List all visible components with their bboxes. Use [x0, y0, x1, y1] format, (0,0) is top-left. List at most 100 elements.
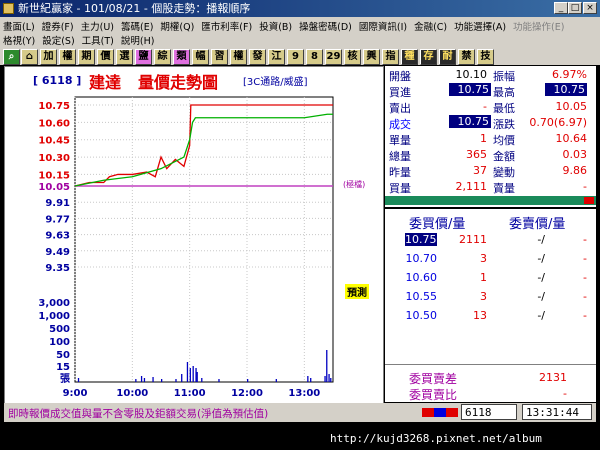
- toolbar-button[interactable]: 發: [249, 49, 266, 65]
- toolbar-button-selected[interactable]: 存: [420, 49, 437, 65]
- color-legend-blue: [434, 408, 446, 417]
- menu-item[interactable]: 主力(U): [81, 19, 114, 33]
- volume-bar: [324, 376, 326, 382]
- volume-bar: [135, 379, 137, 382]
- toolbar-button[interactable]: 29: [325, 49, 342, 65]
- title-bar: 新世紀贏家 - 101/08/21 - 個股走勢：播報順序 _ □ ×: [0, 0, 600, 17]
- status-note: 即時報價成交值與量不含零股及鉅額交易(淨值為預估值): [8, 408, 269, 420]
- stock-code-input[interactable]: 6118: [461, 404, 517, 420]
- variation-value: 9.86: [562, 164, 588, 177]
- ratio-value: -: [563, 387, 567, 400]
- toolbar-button[interactable]: 指: [382, 49, 399, 65]
- bid-price: 10.55: [405, 290, 438, 303]
- price-tick-label: 10.45: [38, 136, 70, 147]
- sell-vol-label: 賣量: [493, 182, 515, 195]
- menu-item[interactable]: 籌碼(E): [121, 19, 153, 33]
- volume-bar: [326, 350, 328, 382]
- toolbar-button[interactable]: 選: [116, 49, 133, 65]
- ask-label: 賣出: [389, 102, 411, 115]
- toolbar-button[interactable]: 9: [287, 49, 304, 65]
- toolbar-button[interactable]: 興: [363, 49, 380, 65]
- menu-item[interactable]: 期權(Q): [160, 19, 194, 33]
- volume-bar: [175, 379, 177, 382]
- diff-label: 委買賣差: [409, 372, 458, 386]
- bid-qty: 13: [473, 309, 487, 322]
- price-tick-label: 9.49: [45, 247, 70, 258]
- last-value: 10.75: [449, 115, 491, 128]
- bid-label: 買進: [389, 86, 411, 99]
- menu-item[interactable]: 國際資訊(I): [359, 19, 407, 33]
- menu-item[interactable]: 設定(S): [42, 33, 74, 47]
- ratio-marker: [584, 197, 594, 204]
- total-vol-value: 365: [466, 148, 487, 161]
- toolbar-button[interactable]: 習: [211, 49, 228, 65]
- menu-item[interactable]: 功能選擇(A): [454, 19, 506, 33]
- volume-tick-label: 100: [49, 337, 70, 348]
- toolbar-button[interactable]: 權: [59, 49, 76, 65]
- time-tick-label: 12:00: [231, 388, 263, 399]
- volume-tick-label: 張: [60, 373, 71, 385]
- ask-header: 委賣價/量: [509, 217, 566, 232]
- toolbar-button[interactable]: 綜: [154, 49, 171, 65]
- bid-price: 10.60: [405, 271, 438, 284]
- chart-panel: [ 6118 ] 建達 量價走勢圖 [3C通路/威盛] (極檔) 預測 10.7…: [4, 66, 384, 404]
- menu-item[interactable]: 投資(B): [259, 19, 292, 33]
- volume-bar: [140, 376, 143, 382]
- menu-item[interactable]: 證券(F): [42, 19, 74, 33]
- volume-bar: [201, 378, 203, 382]
- ask-price: -/: [537, 252, 545, 265]
- toolbar-button[interactable]: 鹽: [135, 49, 152, 65]
- volume-bar: [218, 379, 220, 382]
- volume-bar: [330, 378, 332, 382]
- color-legend-red-2: [446, 408, 458, 417]
- price-tick-label: 9.63: [45, 231, 70, 242]
- toolbar-button[interactable]: 期: [78, 49, 95, 65]
- toolbar-button[interactable]: 幅: [192, 49, 209, 65]
- close-button[interactable]: ×: [583, 2, 597, 14]
- menu-item[interactable]: 匯市利率(F): [201, 19, 252, 33]
- volume-bar: [328, 374, 330, 382]
- toolbar-button[interactable]: 類: [173, 49, 190, 65]
- toolbar-button[interactable]: 核: [344, 49, 361, 65]
- volume-tick-label: 1,000: [38, 311, 70, 322]
- menu-item[interactable]: 工具(T): [82, 33, 114, 47]
- menu-item[interactable]: 格視(Y): [3, 33, 35, 47]
- toolbar-button[interactable]: 技: [477, 49, 494, 65]
- low-value: 10.05: [555, 100, 588, 113]
- toolbar-button[interactable]: 權: [230, 49, 247, 65]
- app-icon: [3, 3, 14, 14]
- toolbar-button[interactable]: 價: [97, 49, 114, 65]
- window-title: 新世紀贏家 - 101/08/21 - 個股走勢：播報順序: [18, 2, 251, 15]
- bid-price: 10.70: [405, 252, 438, 265]
- toolbar-button-selected[interactable]: 種: [401, 49, 418, 65]
- menu-item[interactable]: 說明(H): [121, 33, 155, 47]
- menu-item[interactable]: 畫面(L): [3, 19, 35, 33]
- home-icon[interactable]: ⌂: [21, 49, 38, 65]
- search-icon[interactable]: ⌕: [3, 49, 20, 65]
- avg-label: 均價: [493, 134, 515, 147]
- toolbar-button[interactable]: 禁: [458, 49, 475, 65]
- toolbar-button[interactable]: 加: [40, 49, 57, 65]
- bid-ask-ratio-bar: [385, 196, 596, 205]
- toolbar-button[interactable]: 8: [306, 49, 323, 65]
- yest-vol-label: 昨量: [389, 166, 411, 179]
- yest-vol-value: 37: [473, 164, 487, 177]
- maximize-button[interactable]: □: [568, 2, 582, 14]
- volume-bar: [196, 372, 198, 382]
- open-value: 10.10: [455, 68, 488, 81]
- variation-label: 變動: [493, 166, 515, 179]
- ask-qty: -: [583, 233, 587, 246]
- time-tick-label: 13:00: [288, 388, 320, 399]
- sell-vol-value: -: [583, 180, 587, 193]
- volume-bar: [275, 379, 277, 382]
- change-label: 漲跌: [493, 118, 515, 131]
- toolbar-button-selected[interactable]: 耐: [439, 49, 456, 65]
- minimize-button[interactable]: _: [554, 2, 568, 14]
- menu-item[interactable]: 金融(C): [414, 19, 447, 33]
- divider: [385, 207, 596, 209]
- price-tick-label: 9.91: [45, 198, 70, 209]
- price-tick-label: 10.15: [38, 170, 70, 181]
- toolbar-button[interactable]: 江: [268, 49, 285, 65]
- menu-item[interactable]: 操盤密碼(D): [299, 19, 352, 33]
- bid-price: 10.75: [405, 233, 437, 246]
